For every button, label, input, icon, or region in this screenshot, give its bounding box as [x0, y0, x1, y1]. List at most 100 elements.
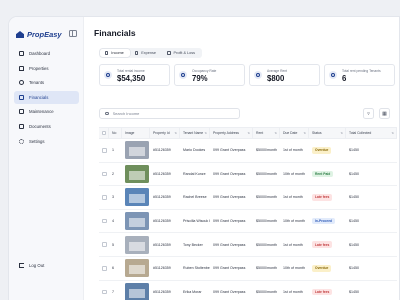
tab-profit-loss[interactable]: Profit & Loss [162, 49, 201, 57]
table-row[interactable]: 6 #51126359 Ruben Stoltenberg 099 Grant Ove… [99, 257, 397, 281]
property-thumbnail[interactable] [125, 164, 149, 183]
stat-icon [254, 71, 262, 79]
property-thumbnail[interactable] [125, 259, 149, 278]
total-collected: $1450 [349, 219, 359, 224]
status-badge: Overdue [312, 264, 332, 272]
columns-button[interactable]: ▦ [379, 108, 390, 119]
property-thumbnail[interactable] [125, 188, 149, 207]
logo[interactable]: PropEasy [16, 30, 62, 39]
total-collected: $1450 [349, 148, 359, 153]
property-thumbnail[interactable] [125, 235, 149, 254]
row-select-cell [99, 195, 109, 200]
sort-icon: ⇅ [174, 131, 177, 135]
rent-amount: $5000/month [256, 266, 277, 271]
row-checkbox[interactable] [102, 266, 107, 271]
property-thumbnail[interactable] [125, 212, 149, 231]
status-badge: In-Proceed [312, 217, 336, 225]
column-header-total-collected[interactable]: Total Collected ⇅ [346, 128, 397, 138]
table-row[interactable]: 5 #51126359 Tony Becker 099 Grant Overpass $… [99, 233, 397, 257]
row-checkbox[interactable] [102, 148, 107, 153]
row-checkbox[interactable] [102, 218, 107, 224]
stat-card: Total rent pending Tenants 6 [324, 64, 395, 86]
status-badge: Rent Paid [312, 170, 334, 178]
property-thumbnail[interactable] [125, 282, 149, 300]
sidebar-item-label: Documents [29, 123, 51, 129]
sidebar-item-documents[interactable]: Documents [14, 120, 79, 133]
total-collected: $1450 [349, 289, 359, 294]
property-address: 099 Grant Overpass [213, 242, 246, 247]
status-cell: Late fees [309, 194, 346, 201]
status-cell: Late fees [309, 241, 346, 248]
table-row[interactable]: 3 #51126359 Rachel Breese 099 Grant Overpas… [99, 186, 397, 210]
column-header-rent[interactable]: Rent ⇅ [253, 128, 280, 138]
rent-amount: $5000/month [256, 195, 277, 200]
row-checkbox[interactable] [102, 289, 107, 295]
column-header-label: Image [125, 131, 135, 135]
tenant-name: Randal Kunze [183, 171, 206, 176]
column-header-no[interactable]: No [109, 128, 122, 138]
stat-label: Average Rent [267, 69, 288, 73]
sidebar-collapse-icon[interactable] [69, 30, 77, 37]
tab-income[interactable]: Income [99, 48, 130, 58]
rent-amount: $5000/month [256, 242, 277, 247]
due-date: 10th of month [283, 171, 305, 176]
total-collected: $1450 [349, 195, 359, 200]
search-input[interactable] [112, 111, 233, 116]
due-date: 1st of month [283, 242, 303, 247]
image-cell [122, 188, 150, 207]
sidebar-item-label: Maintenance [29, 109, 54, 115]
table-row[interactable]: 1 #51126359 Mario Dookes 099 Grant Overpass… [99, 139, 397, 163]
due-date: 1st of month [283, 195, 303, 200]
table-body: 1 #51126359 Mario Dookes 099 Grant Overpass… [99, 139, 397, 300]
status-cell: Rent Paid [309, 170, 346, 178]
sidebar-item-label: Properties [29, 65, 49, 71]
row-number: 1 [112, 148, 114, 153]
sidebar-item-tenants[interactable]: Tenants [14, 76, 79, 89]
column-header-image[interactable]: Image [122, 128, 150, 138]
search-box[interactable] [99, 108, 240, 119]
sidebar-item-properties[interactable]: Properties [14, 62, 79, 75]
sort-icon: ⇅ [204, 131, 207, 135]
tab-icon [104, 51, 109, 55]
tab-expense[interactable]: Expense [130, 49, 162, 57]
property-id: #51126359 [153, 171, 171, 176]
tenant-name: Rachel Breese [183, 195, 207, 200]
property-thumbnail[interactable] [125, 141, 149, 160]
stat-card: Total rental income $54,350 [99, 64, 170, 86]
row-number: 7 [112, 289, 114, 294]
sidebar-nav: Dashboard Properties Tenants Financials Main… [14, 47, 79, 149]
select-all-checkbox[interactable] [102, 130, 106, 136]
table-row[interactable]: 4 #51126359 Priscilla Wisouk I 099 Grant Ov… [99, 210, 397, 234]
status-cell: In-Proceed [309, 217, 346, 225]
filter-icon: ▿ [367, 110, 370, 117]
table-row[interactable]: 2 #51126359 Randal Kunze 099 Grant Overpass… [99, 163, 397, 187]
column-header-property-id[interactable]: Property Id ⇅ [150, 128, 180, 138]
image-cell [122, 235, 150, 254]
sidebar-item-settings[interactable]: Settings [14, 135, 79, 148]
property-address: 099 Grant Overpass [213, 266, 246, 271]
column-header-label: Total Collected [349, 131, 372, 135]
sidebar-item-label: Tenants [29, 80, 45, 86]
column-header-tenant-name[interactable]: Tenant Name ⇅ [180, 128, 210, 138]
row-select-cell [99, 148, 109, 153]
row-checkbox[interactable] [102, 171, 107, 177]
sidebar-item-financials[interactable]: Financials [14, 90, 79, 104]
row-checkbox[interactable] [102, 242, 107, 247]
column-header-status[interactable]: Status ⇅ [309, 128, 346, 138]
tenant-name: Erika Morar [183, 289, 202, 294]
filter-button[interactable]: ▿ [363, 108, 374, 119]
image-cell [122, 141, 150, 160]
image-cell [122, 212, 150, 231]
property-address: 099 Grant Overpass [213, 148, 246, 153]
table-row[interactable]: 7 #51126359 Erika Morar 099 Grant Overpass $… [99, 281, 397, 300]
column-header-property-address[interactable]: Property Address ⇅ [210, 128, 253, 138]
sort-icon: ⇅ [274, 131, 277, 135]
sidebar-item-dashboard[interactable]: Dashboard [14, 47, 79, 60]
total-collected: $1450 [349, 171, 359, 176]
logout-button[interactable]: Log Out [19, 263, 44, 268]
sidebar-item-maintenance[interactable]: Maintenance [14, 105, 79, 118]
column-header-due-date[interactable]: Due Date ⇅ [280, 128, 309, 138]
row-checkbox[interactable] [102, 195, 107, 200]
property-id: #51126359 [153, 195, 171, 200]
app-window: PropEasy Dashboard Properties Tenants Finan… [9, 17, 399, 300]
